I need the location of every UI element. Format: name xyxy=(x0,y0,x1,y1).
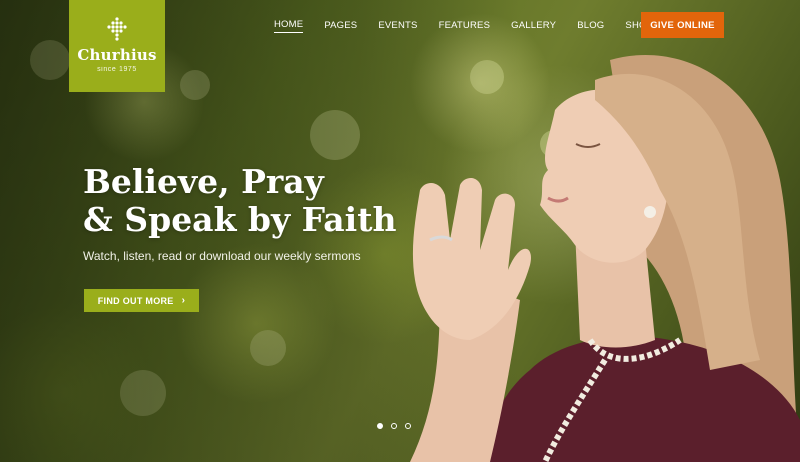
site-header: Churhius since 1975 HOME PAGES EVENTS FE… xyxy=(0,0,800,92)
give-online-button[interactable]: GIVE ONLINE xyxy=(641,12,724,38)
nav-item-features[interactable]: FEATURES xyxy=(439,20,491,33)
slider-dot-3[interactable] xyxy=(405,423,411,429)
slider-pagination xyxy=(377,423,419,429)
nav-item-pages[interactable]: PAGES xyxy=(324,20,357,33)
praying-woman-image xyxy=(410,55,800,462)
slider-dot-2[interactable] xyxy=(391,423,397,429)
find-out-more-button[interactable]: FIND OUT MORE › xyxy=(84,289,199,312)
nav-item-home[interactable]: HOME xyxy=(274,19,304,33)
nav-item-events[interactable]: EVENTS xyxy=(378,20,417,33)
hero-slider: Churhius since 1975 HOME PAGES EVENTS FE… xyxy=(0,0,800,462)
nav-item-gallery[interactable]: GALLERY xyxy=(511,20,556,33)
brand-tagline: since 1975 xyxy=(97,66,137,73)
slider-dot-1[interactable] xyxy=(377,423,383,429)
find-out-more-label: FIND OUT MORE xyxy=(97,295,174,306)
cross-of-dots-icon xyxy=(107,17,127,41)
brand-name: Churhius xyxy=(77,46,157,64)
hero-headline-line-2: & Speak by Faith xyxy=(83,200,397,239)
site-logo[interactable]: Churhius since 1975 xyxy=(69,0,165,92)
hero-headline-line-1: Believe, Pray xyxy=(83,162,324,201)
hero-headline: Believe, Pray & Speak by Faith xyxy=(83,163,396,239)
hero-subtitle: Watch, listen, read or download our week… xyxy=(83,249,361,263)
chevron-right-icon: › xyxy=(181,295,186,306)
nav-item-blog[interactable]: BLOG xyxy=(577,20,604,33)
